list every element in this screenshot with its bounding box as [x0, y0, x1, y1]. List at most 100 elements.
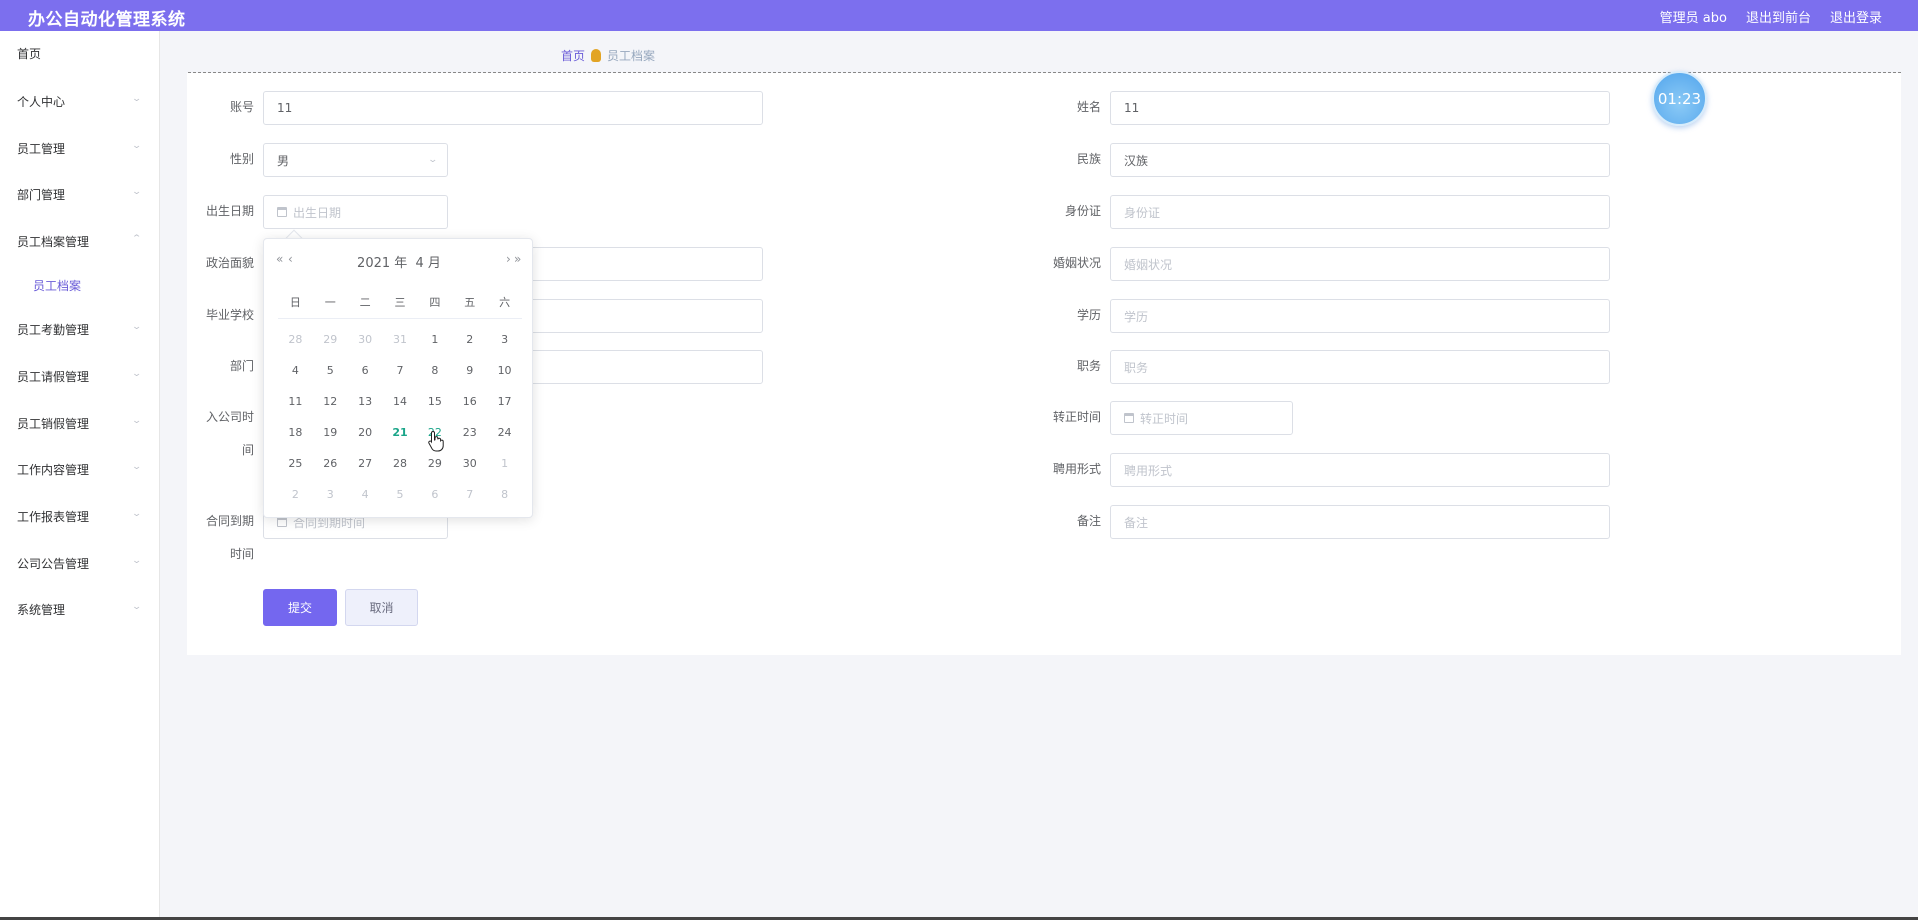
contract-end-label-line1: 合同到期 [205, 514, 254, 528]
gender-select[interactable]: 男 ⌄ [263, 143, 448, 177]
sidebar-item-attendance[interactable]: 员工考勤管理 ⌄ [0, 311, 160, 347]
day-cell[interactable]: 10 [487, 355, 522, 386]
day-cell[interactable]: 4 [348, 479, 383, 510]
day-cell[interactable]: 16 [452, 386, 487, 417]
gender-value: 男 [277, 153, 290, 168]
weekday-label: 六 [499, 296, 511, 309]
day-cell[interactable]: 30 [452, 448, 487, 479]
name-label: 姓名 [1076, 100, 1101, 114]
sidebar-item-label: 工作内容管理 [17, 462, 90, 477]
sidebar-item-label: 员工考勤管理 [17, 322, 90, 337]
day-cell[interactable]: 6 [417, 479, 452, 510]
day-cell[interactable]: 7 [452, 479, 487, 510]
day-cell[interactable]: 2 [452, 324, 487, 355]
day-cell[interactable]: 25 [278, 448, 313, 479]
ethnicity-input[interactable]: 汉族 [1110, 143, 1610, 177]
account-value: 11 [277, 101, 293, 115]
chevron-down-icon: ⌄ [131, 462, 142, 472]
sidebar-item-system[interactable]: 系统管理 ⌄ [0, 591, 160, 627]
day-cell[interactable]: 7 [383, 355, 418, 386]
current-user-link[interactable]: 管理员 abo [1660, 7, 1727, 26]
sidebar-item-archive-management[interactable]: 员工档案管理 ⌃ [0, 223, 160, 259]
day-cell[interactable]: 4 [278, 355, 313, 386]
day-cell[interactable]: 12 [313, 386, 348, 417]
day-cell[interactable]: 8 [487, 479, 522, 510]
birthdate-picker[interactable]: 出生日期 [263, 195, 448, 229]
day-cell[interactable]: 6 [348, 355, 383, 386]
day-cell[interactable]: 21 [383, 417, 418, 448]
timer-badge[interactable]: 01:23 [1652, 71, 1707, 126]
day-cell[interactable]: 29 [417, 448, 452, 479]
sidebar-item-department[interactable]: 部门管理 ⌄ [0, 176, 160, 212]
education-input[interactable]: 学历 [1110, 299, 1610, 333]
day-cell[interactable]: 5 [313, 355, 348, 386]
day-cell[interactable]: 8 [417, 355, 452, 386]
day-cell[interactable]: 20 [348, 417, 383, 448]
idcard-input[interactable]: 身份证 [1110, 195, 1610, 229]
submit-button[interactable]: 提交 [263, 589, 337, 626]
idcard-placeholder: 身份证 [1124, 205, 1161, 220]
sidebar-item-work-report[interactable]: 工作报表管理 ⌄ [0, 498, 160, 534]
day-cell[interactable]: 9 [452, 355, 487, 386]
next-year-button[interactable]: » [514, 252, 521, 266]
day-cell[interactable]: 13 [348, 386, 383, 417]
day-cell[interactable]: 15 [417, 386, 452, 417]
remark-input[interactable]: 备注 [1110, 505, 1610, 539]
sidebar-item-label: 公司公告管理 [17, 556, 90, 571]
sidebar-item-staff[interactable]: 员工管理 ⌄ [0, 130, 160, 166]
day-cell[interactable]: 29 [313, 324, 348, 355]
hand-cursor-icon [428, 430, 444, 452]
day-cell[interactable]: 26 [313, 448, 348, 479]
breadcrumb-home[interactable]: 首页 [561, 47, 585, 64]
picker-year[interactable]: 2021 年 [357, 256, 407, 271]
day-cell[interactable]: 24 [487, 417, 522, 448]
position-input[interactable]: 职务 [1110, 350, 1610, 384]
day-cell[interactable]: 28 [278, 324, 313, 355]
day-cell[interactable]: 3 [313, 479, 348, 510]
day-cell[interactable]: 18 [278, 417, 313, 448]
sidebar-item-leave-cancel[interactable]: 员工销假管理 ⌄ [0, 405, 160, 441]
position-placeholder: 职务 [1124, 360, 1149, 375]
day-cell[interactable]: 5 [383, 479, 418, 510]
exit-to-front-link[interactable]: 退出到前台 [1746, 7, 1811, 26]
sidebar-item-personal-center[interactable]: 个人中心 ⌄ [0, 83, 160, 119]
weekday-header: 日一二三四五六 [278, 294, 522, 319]
chevron-down-icon: ⌄ [131, 94, 142, 104]
breadcrumb-current: 员工档案 [607, 49, 656, 63]
weekday-label: 五 [464, 296, 476, 309]
day-cell[interactable]: 1 [487, 448, 522, 479]
day-cell[interactable]: 28 [383, 448, 418, 479]
day-cell[interactable]: 1 [417, 324, 452, 355]
sidebar-item-work-content[interactable]: 工作内容管理 ⌄ [0, 451, 160, 487]
sidebar-item-archive[interactable]: 员工档案 [0, 267, 160, 303]
chevron-down-icon: ⌄ [131, 322, 142, 332]
day-cell[interactable]: 31 [383, 324, 418, 355]
remark-label: 备注 [1076, 514, 1101, 528]
day-cell[interactable]: 14 [383, 386, 418, 417]
day-cell[interactable]: 11 [278, 386, 313, 417]
day-cell[interactable]: 17 [487, 386, 522, 417]
day-cell[interactable]: 19 [313, 417, 348, 448]
next-month-button[interactable]: › [506, 252, 511, 266]
day-cell[interactable]: 23 [452, 417, 487, 448]
name-input[interactable]: 11 [1110, 91, 1610, 125]
day-cell[interactable]: 2 [278, 479, 313, 510]
account-input[interactable]: 11 [263, 91, 763, 125]
breadcrumb: 首页 员工档案 [561, 47, 655, 64]
sidebar-item-leave[interactable]: 员工请假管理 ⌄ [0, 358, 160, 394]
regular-date-picker[interactable]: 转正时间 [1110, 401, 1293, 435]
marital-input[interactable]: 婚姻状况 [1110, 247, 1610, 281]
cancel-button[interactable]: 取消 [345, 589, 418, 626]
picker-month[interactable]: 4 月 [416, 256, 441, 271]
chevron-up-icon: ⌃ [131, 234, 142, 244]
employment-input[interactable]: 聘用形式 [1110, 453, 1610, 487]
day-cell[interactable]: 30 [348, 324, 383, 355]
sidebar-item-label: 系统管理 [17, 602, 66, 617]
day-cell[interactable]: 3 [487, 324, 522, 355]
sidebar-item-home[interactable]: 首页 [0, 35, 160, 71]
logout-link[interactable]: 退出登录 [1830, 7, 1882, 26]
day-cell[interactable]: 27 [348, 448, 383, 479]
sidebar-item-label: 部门管理 [17, 187, 66, 202]
sidebar-item-notice[interactable]: 公司公告管理 ⌄ [0, 545, 160, 581]
marital-label: 婚姻状况 [1052, 256, 1101, 270]
